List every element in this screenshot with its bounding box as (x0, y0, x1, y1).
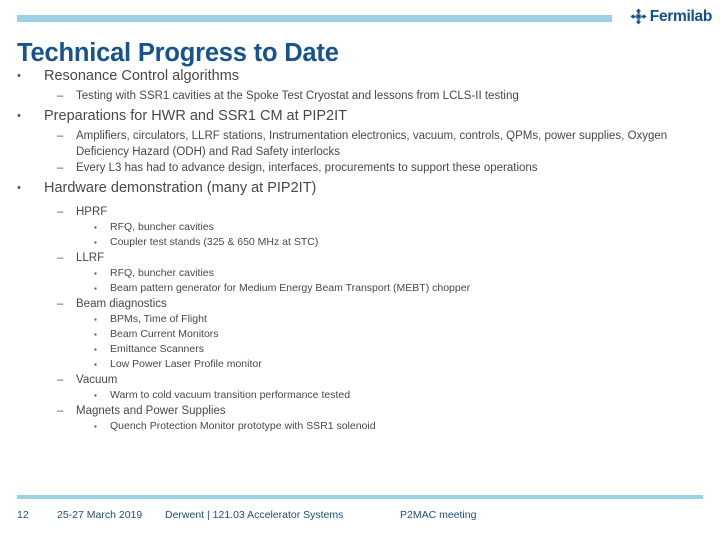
outline-item-label: Magnets and Power Supplies (76, 405, 226, 417)
bullet-dot-icon: • (17, 182, 21, 194)
footer-owner: Derwent | 121.03 Accelerator Systems (165, 509, 344, 521)
outline-item-laser-profile-monitor: ▪ Low Power Laser Profile monitor (0, 357, 720, 372)
header-divider-rule (17, 15, 612, 22)
bullet-square-icon: ▪ (94, 269, 97, 278)
outline-item-label: Preparations for HWR and SSR1 CM at PIP2… (44, 108, 347, 124)
outline-item-label: Resonance Control algorithms (44, 68, 240, 84)
outline-item-label: HPRF (76, 206, 108, 218)
outline-item-label: Emittance Scanners (110, 343, 204, 355)
outline-item-preparations-hwr: • Preparations for HWR and SSR1 CM at PI… (0, 106, 720, 127)
bullet-dash-icon: – (57, 374, 64, 386)
bullet-square-icon: ▪ (94, 223, 97, 232)
fermilab-mark-icon (630, 8, 647, 25)
outline-item-hprf-coupler: ▪ Coupler test stands (325 & 650 MHz at … (0, 235, 720, 250)
outline-item-label: Beam pattern generator for Medium Energy… (110, 282, 471, 294)
outline-item-quench-protection-monitor: ▪ Quench Protection Monitor prototype wi… (0, 419, 720, 434)
outline-item-llrf-beam-pattern: ▪ Beam pattern generator for Medium Ener… (0, 281, 720, 296)
outline-item-emittance-scanners: ▪ Emittance Scanners (0, 342, 720, 357)
outline-item-beam-diagnostics: – Beam diagnostics (0, 296, 720, 312)
fermilab-wordmark: Fermilab (649, 7, 713, 25)
outline-item-hprf-rfq: ▪ RFQ, buncher cavities (0, 220, 720, 235)
bullet-square-icon: ▪ (94, 422, 97, 431)
bullet-dot-icon: • (17, 70, 21, 82)
outline-item-label: Low Power Laser Profile monitor (110, 358, 262, 370)
outline-item-vacuum: – Vacuum (0, 372, 720, 388)
outline-item-label: Beam diagnostics (76, 298, 167, 310)
fermilab-logo: Fermilab (630, 8, 712, 25)
slide-footer: 12 25-27 March 2019 Derwent | 121.03 Acc… (0, 495, 720, 540)
bullet-dash-icon: – (57, 405, 64, 417)
outline-item-label: Every L3 has had to advance design, inte… (76, 162, 538, 174)
bullet-square-icon: ▪ (94, 345, 97, 354)
bullet-dash-icon: – (57, 252, 64, 264)
outline-item-hprf: – HPRF (0, 204, 720, 220)
bullet-square-icon: ▪ (94, 315, 97, 324)
bullet-square-icon: ▪ (94, 360, 97, 369)
page-title: Technical Progress to Date (17, 39, 339, 67)
bullet-square-icon: ▪ (94, 284, 97, 293)
outline-item-label: RFQ, buncher cavities (110, 267, 214, 279)
footer-divider-rule (17, 495, 703, 499)
bullet-dash-icon: – (57, 298, 64, 310)
bullet-square-icon: ▪ (94, 238, 97, 247)
outline-item-amplifiers-list: – Amplifiers, circulators, LLRF stations… (0, 128, 720, 160)
outline-item-llrf-rfq: ▪ RFQ, buncher cavities (0, 266, 720, 281)
bullet-square-icon: ▪ (94, 330, 97, 339)
outline-item-label: Hardware demonstration (many at PIP2IT) (44, 180, 317, 196)
bullet-dash-icon: – (57, 206, 64, 218)
bullet-dot-icon: • (17, 110, 21, 122)
bullet-square-icon: ▪ (94, 391, 97, 400)
outline-item-resonance-control: • Resonance Control algorithms (0, 66, 720, 87)
slide-body-outline: • Resonance Control algorithms – Testing… (0, 66, 720, 434)
outline-item-label: BPMs, Time of Flight (110, 313, 207, 325)
bullet-dash-icon: – (57, 90, 64, 102)
outline-item-magnets-power-supplies: – Magnets and Power Supplies (0, 403, 720, 419)
footer-date: 25-27 March 2019 (57, 509, 143, 521)
outline-item-hardware-demonstration: • Hardware demonstration (many at PIP2IT… (0, 178, 720, 199)
outline-item-label: RFQ, buncher cavities (110, 221, 214, 233)
outline-item-bpms: ▪ BPMs, Time of Flight (0, 312, 720, 327)
outline-item-ssr1-testing: – Testing with SSR1 cavities at the Spok… (0, 88, 720, 104)
bullet-dash-icon: – (57, 162, 64, 174)
outline-item-label: Coupler test stands (325 & 650 MHz at ST… (110, 236, 319, 248)
outline-item-label: Testing with SSR1 cavities at the Spoke … (76, 90, 519, 102)
outline-item-every-l3: – Every L3 has had to advance design, in… (0, 160, 720, 176)
outline-item-warm-to-cold: ▪ Warm to cold vacuum transition perform… (0, 388, 720, 403)
outline-item-label: Vacuum (76, 374, 118, 386)
outline-item-label: Beam Current Monitors (110, 328, 219, 340)
outline-item-llrf: – LLRF (0, 250, 720, 266)
outline-item-label: Warm to cold vacuum transition performan… (110, 389, 351, 401)
outline-item-beam-current-monitors: ▪ Beam Current Monitors (0, 327, 720, 342)
outline-item-label: Amplifiers, circulators, LLRF stations, … (76, 130, 668, 158)
bullet-dash-icon: – (57, 130, 64, 142)
outline-item-label: Quench Protection Monitor prototype with… (110, 420, 376, 432)
slide-header: Fermilab (0, 0, 720, 36)
footer-meeting: P2MAC meeting (400, 509, 477, 521)
outline-item-label: LLRF (76, 252, 105, 264)
slide-number: 12 (17, 509, 29, 521)
